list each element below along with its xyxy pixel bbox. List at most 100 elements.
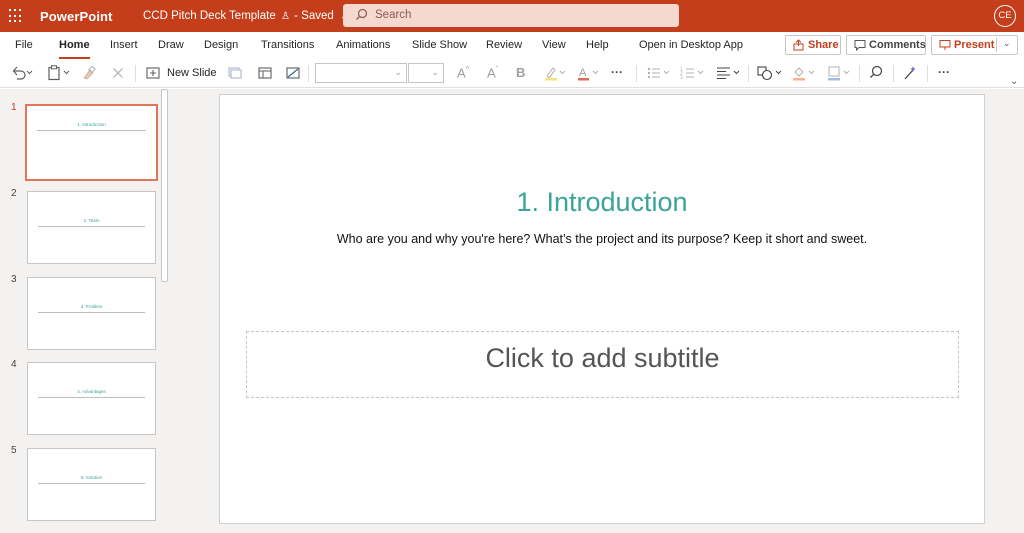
undo-icon[interactable] (11, 65, 33, 81)
tab-file[interactable]: File (15, 39, 33, 51)
document-title[interactable]: CCD Pitch Deck Template ♙ - Saved ⌄ (143, 10, 348, 22)
tab-transitions[interactable]: Transitions (261, 39, 314, 51)
chevron-down-icon: ⌄ (431, 67, 439, 77)
new-slide-button[interactable]: New Slide (167, 67, 217, 79)
share-icon (793, 39, 805, 51)
shapes-icon[interactable] (757, 65, 785, 81)
slide-thumbnails-pane: 1 1. Introduction 2 2. Team 3 3. Problem… (0, 89, 172, 533)
open-in-desktop-app[interactable]: Open in Desktop App (639, 39, 743, 51)
document-name: CCD Pitch Deck Template (143, 10, 276, 22)
tab-slide-show[interactable]: Slide Show (412, 39, 467, 51)
current-slide[interactable]: 1. Introduction Who are you and why you'… (219, 94, 985, 524)
tab-review[interactable]: Review (486, 39, 522, 51)
more-icon[interactable]: ··· (611, 65, 623, 81)
slide-thumbnail-2[interactable]: 2. Team (27, 191, 156, 264)
divider (636, 65, 637, 82)
thumbnail-body-line (38, 226, 145, 227)
person-icon: ♙ (280, 11, 290, 22)
share-button[interactable]: Share (785, 35, 841, 55)
font-name-dropdown[interactable]: ⌄ (315, 63, 407, 83)
designer-icon[interactable] (903, 65, 917, 81)
reuse-slides-icon[interactable] (228, 65, 242, 81)
tab-design[interactable]: Design (204, 39, 238, 51)
slide-thumbnail-3[interactable]: 3. Problem (27, 277, 156, 350)
tab-view[interactable]: View (542, 39, 566, 51)
numbering-icon[interactable]: 123 (680, 65, 706, 81)
shape-fill-icon[interactable] (792, 65, 818, 81)
thumbnail-body-line (38, 397, 145, 398)
tab-animations[interactable]: Animations (336, 39, 390, 51)
thumbnail-number: 1 (11, 102, 17, 113)
avatar[interactable]: CE (994, 5, 1016, 27)
thumbnail-body-line (38, 312, 145, 313)
thumbnail-title: 5. Solution (80, 475, 103, 480)
bullets-icon[interactable] (646, 65, 672, 81)
paste-icon[interactable] (47, 65, 71, 81)
divider (748, 65, 749, 82)
layout-icon[interactable] (258, 65, 272, 81)
thumbnail-title: 4. Advantages (77, 389, 106, 394)
search-placeholder: Search (375, 9, 412, 21)
share-label: Share (808, 39, 839, 51)
highlight-icon[interactable] (544, 65, 568, 81)
shape-outline-icon[interactable] (827, 65, 853, 81)
scrollbar-thumb[interactable] (161, 89, 168, 282)
divider (308, 65, 309, 82)
app-name[interactable]: PowerPoint (40, 9, 113, 24)
subtitle-placeholder[interactable]: Click to add subtitle (246, 331, 959, 398)
new-slide-icon[interactable] (146, 65, 160, 81)
chevron-down-icon[interactable]: ⌄ (1010, 76, 1018, 87)
slide-thumbnail-4[interactable]: 4. Advantages (27, 362, 156, 435)
slide-body-text[interactable]: Who are you and why you're here? What’s … (220, 232, 984, 246)
delete-icon[interactable] (112, 65, 124, 81)
section-icon[interactable] (286, 65, 300, 81)
thumbnail-number: 3 (11, 274, 17, 285)
save-status: Saved (301, 10, 334, 22)
chevron-down-icon: ⌄ (394, 67, 402, 77)
comments-label: Comments (869, 39, 926, 51)
thumbnail-body-line (38, 483, 145, 484)
divider (135, 65, 136, 82)
more-icon[interactable]: ··· (938, 65, 950, 81)
grow-font-icon[interactable]: A^ (457, 65, 469, 80)
present-button[interactable]: Present ⌄ (931, 35, 1018, 55)
present-label: Present (954, 39, 995, 51)
thumbnail-number: 4 (11, 359, 17, 370)
search-box[interactable]: Search (343, 4, 679, 27)
find-icon[interactable] (869, 65, 883, 81)
tab-insert[interactable]: Insert (110, 39, 138, 51)
comments-button[interactable]: Comments (846, 35, 926, 55)
app-launcher-icon[interactable] (9, 9, 23, 23)
search-icon (355, 8, 369, 22)
slide-thumbnail-1[interactable]: 1. Introduction (25, 104, 158, 181)
divider (996, 38, 997, 52)
divider (927, 65, 928, 82)
thumbnail-title: 3. Problem (80, 304, 103, 309)
title-separator: - (294, 10, 298, 22)
tab-help[interactable]: Help (586, 39, 609, 51)
title-bar: PowerPoint CCD Pitch Deck Template ♙ - S… (0, 0, 1024, 32)
shrink-font-icon[interactable]: Aˇ (487, 65, 498, 80)
ribbon-toolbar: New Slide ⌄ ⌄ A^ Aˇ B A ··· 123 ··· (0, 59, 1024, 88)
thumbnails-scrollbar[interactable] (160, 89, 170, 533)
divider (859, 65, 860, 82)
thumbnail-title: 1. Introduction (77, 122, 106, 127)
divider (893, 65, 894, 82)
slide-title[interactable]: 1. Introduction (220, 187, 984, 218)
slide-thumbnail-5[interactable]: 5. Solution (27, 448, 156, 521)
svg-text:A: A (579, 67, 587, 79)
tab-home[interactable]: Home (59, 39, 90, 59)
present-icon (939, 39, 951, 51)
format-painter-icon[interactable] (82, 65, 96, 81)
bold-icon[interactable]: B (516, 65, 525, 80)
thumbnail-number: 2 (11, 188, 17, 199)
comment-icon (854, 39, 866, 52)
thumbnail-title: 2. Team (83, 218, 100, 223)
align-icon[interactable] (716, 65, 742, 81)
svg-text:3: 3 (680, 75, 683, 81)
tab-draw[interactable]: Draw (158, 39, 184, 51)
thumbnail-number: 5 (11, 445, 17, 456)
font-color-icon[interactable]: A (577, 65, 601, 81)
chevron-down-icon[interactable]: ⌄ (1003, 38, 1011, 49)
font-size-dropdown[interactable]: ⌄ (408, 63, 444, 83)
